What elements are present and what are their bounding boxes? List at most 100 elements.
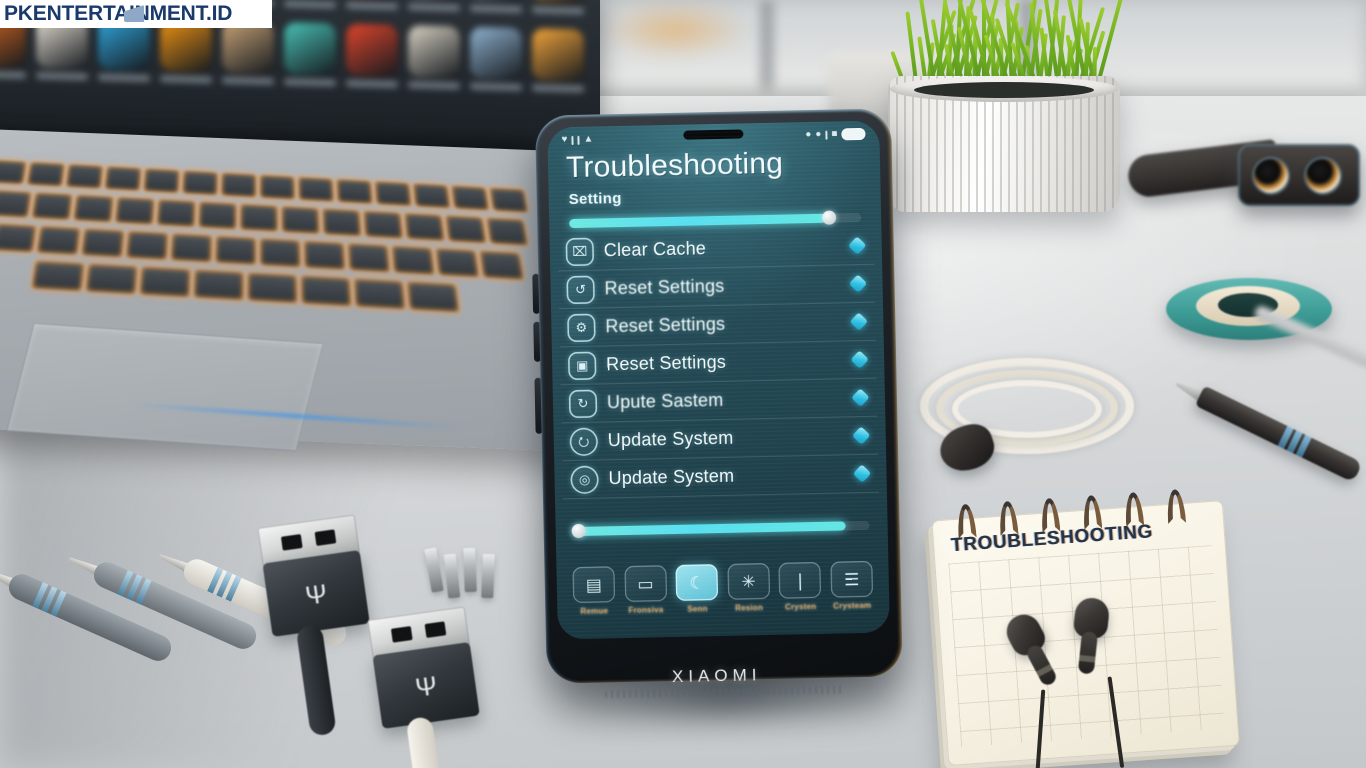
bar-icon (825, 130, 828, 140)
laptop-app-label (346, 1, 398, 10)
volume-up-button[interactable] (532, 273, 541, 314)
laptop-app-icon (284, 22, 336, 76)
keyboard-key (363, 210, 403, 239)
metal-clip (481, 553, 495, 599)
laptop-app-label (284, 78, 336, 87)
nav-item-label: Remue (580, 606, 609, 616)
page-title: Troubleshooting (565, 146, 784, 185)
volume-down-button[interactable] (533, 321, 542, 362)
storage-icon: ▤ (572, 566, 616, 604)
headband-lens (1306, 159, 1340, 193)
power-button[interactable] (534, 377, 543, 434)
keyboard-key (36, 225, 81, 255)
progress-slider[interactable] (571, 520, 870, 539)
list-item[interactable]: ⌧ Clear Cache (557, 226, 875, 272)
coiled-cable (920, 358, 1150, 488)
keyboard-key (156, 199, 196, 228)
keyboard-key (215, 235, 257, 265)
keyboard-key (479, 250, 524, 280)
heart-icon: ♥ (561, 134, 568, 146)
usb-slot (280, 534, 303, 551)
keyboard-key (240, 203, 278, 232)
list-item-label: Reset Settings (605, 351, 727, 375)
notepad: TROUBLESHOOTING (923, 488, 1242, 768)
laptop-app-icon (408, 25, 460, 79)
usb-slot (314, 529, 337, 546)
laptop-app-label (532, 84, 584, 93)
phone-screen: ♥ ▲ ● ● ■ Troubleshooting Setting ⌧ Clea… (547, 120, 890, 640)
usb-trident-icon: Ψ (303, 578, 330, 611)
keyboard-key (198, 201, 237, 230)
list-item[interactable]: ↺ Reset Settings (558, 264, 875, 310)
slider-icon: ❘ (778, 561, 822, 599)
slider-fill (573, 521, 847, 537)
keyboard-key (303, 240, 346, 270)
keyboard-key (115, 196, 155, 225)
scene-root: TROUBLESHOOTING Ψ Ψ ♥ ▲ ● ● ■ Troubleshoo… (0, 0, 1366, 768)
list-item[interactable]: ⚙ Reset Settings (559, 302, 876, 348)
headband-lens (1254, 159, 1288, 193)
keyboard-key (221, 172, 257, 198)
smartphone: ♥ ▲ ● ● ■ Troubleshooting Setting ⌧ Clea… (519, 108, 924, 722)
laptop-app-label (98, 73, 150, 82)
update-system-icon: ↻ (568, 389, 598, 418)
signal-icon: ☰ (830, 560, 874, 598)
keyboard-key (0, 190, 32, 218)
square-icon: ■ (831, 128, 838, 140)
list-item[interactable]: ◎ Update System (562, 454, 879, 500)
bottom-nav-bar: ▤ Remue ▭ Fronsiva ☾ Senn ✳ Resion ❘ Crysten ☰ Crys… (564, 557, 881, 634)
laptop-app-label (36, 72, 88, 81)
signal-bar-icon (577, 135, 580, 145)
nav-item-5[interactable]: ☰ Crysteam (828, 560, 875, 611)
keyboard-key (139, 266, 191, 298)
laptop-app-label (470, 4, 522, 13)
window-glow (600, 0, 750, 60)
nav-item-label: Crysteam (833, 600, 872, 611)
slider-knob[interactable] (821, 210, 837, 225)
laptop-app-icon (470, 0, 522, 2)
keyboard-key (406, 281, 460, 313)
laptop-app-label (470, 82, 522, 91)
update-system-icon: ⭮ (569, 427, 599, 456)
page-subtitle: Setting (568, 189, 622, 209)
laptop-app-label (346, 79, 398, 88)
nav-item-label: Senn (687, 604, 708, 614)
keyboard-key (281, 206, 320, 235)
status-left-icons: ♥ ▲ (561, 134, 593, 146)
watermark: PKENTERTAINMENT.ID (0, 0, 272, 28)
nav-item-1[interactable]: ▭ Fronsiva (622, 565, 669, 615)
list-item-label: Reset Settings (604, 275, 725, 299)
keyboard-key (391, 245, 435, 275)
list-item[interactable]: ↻ Upute Sastem (560, 378, 878, 424)
list-item[interactable]: ⭮ Update System (561, 416, 879, 462)
signal-bar-icon (571, 135, 574, 145)
nav-item-2[interactable]: ☾ Senn (674, 564, 721, 614)
usb-trident-icon: Ψ (413, 670, 440, 703)
nav-item-3[interactable]: ✳ Resion (725, 562, 772, 613)
keyboard-key (336, 178, 373, 204)
slider-knob[interactable] (571, 523, 586, 539)
laptop-app-icon (346, 23, 398, 77)
nav-item-4[interactable]: ❘ Crysten (777, 561, 824, 612)
keyboard-key (413, 183, 451, 209)
camera-notch (683, 129, 744, 140)
battery-icon (841, 127, 866, 141)
keyboard-key (0, 159, 27, 185)
list-item[interactable]: ▣ Reset Settings (559, 340, 877, 386)
keyboard-key (260, 238, 301, 268)
usb-cable (405, 716, 447, 768)
list-item-label: Reset Settings (605, 313, 726, 337)
keyboard-key (300, 275, 352, 307)
keyboard-key (26, 161, 65, 187)
keyboard-key (298, 176, 334, 202)
keyboard-key (126, 230, 169, 260)
usb-cable (295, 624, 337, 737)
keyboard-key (260, 174, 295, 200)
watermark-text: PKENTERTAINMENT.ID (4, 2, 233, 25)
list-item-label: Upute Sastem (606, 389, 724, 413)
keyboard-key (322, 208, 362, 237)
laptop-app-label (408, 81, 460, 90)
laptop-app-label (408, 3, 460, 12)
nav-item-0[interactable]: ▤ Remue (570, 566, 617, 616)
status-right-icons: ● ● ■ (805, 127, 866, 141)
